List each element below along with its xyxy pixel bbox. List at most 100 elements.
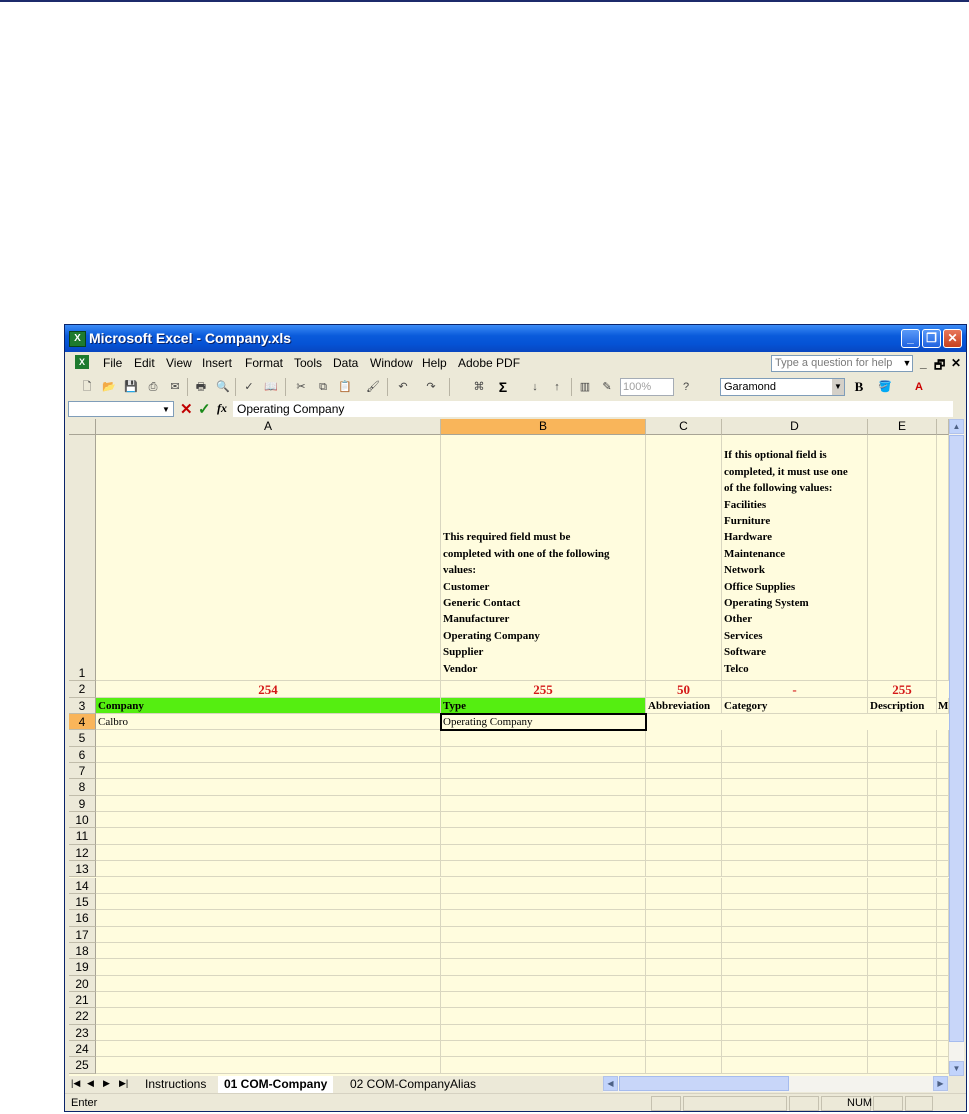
length-abbreviation[interactable]: 50 xyxy=(646,681,722,698)
row-header-17[interactable]: 17 xyxy=(69,926,96,943)
grid-cell[interactable] xyxy=(868,435,937,681)
scroll-right-icon[interactable]: ▶ xyxy=(933,1076,948,1091)
scroll-up-icon[interactable]: ▲ xyxy=(949,419,964,434)
font-select[interactable]: Garamond xyxy=(720,378,845,396)
cancel-icon[interactable]: ✕ xyxy=(180,400,193,418)
grid-cell[interactable] xyxy=(646,861,722,878)
permission-icon[interactable]: ⎙ xyxy=(145,379,161,395)
undo-icon[interactable]: ↶ xyxy=(395,379,411,395)
grid-cell[interactable] xyxy=(441,844,646,862)
row-header-6[interactable]: 6 xyxy=(69,746,96,764)
chart-wizard-icon[interactable]: ▥ xyxy=(577,379,593,395)
row-header-25[interactable]: 25 xyxy=(69,1057,96,1074)
menu-view[interactable]: View xyxy=(166,356,192,370)
grid-cell[interactable] xyxy=(722,991,868,1009)
grid-cell[interactable] xyxy=(868,1041,937,1058)
grid-cell[interactable] xyxy=(722,844,868,862)
font-color-icon[interactable]: A xyxy=(911,379,927,395)
grid-cell[interactable] xyxy=(868,991,937,1009)
grid-cell[interactable] xyxy=(868,910,937,927)
header-abbreviation[interactable]: Abbreviation xyxy=(646,698,722,714)
grid-cell[interactable] xyxy=(722,959,868,976)
row-header-21[interactable]: 21 xyxy=(69,991,96,1009)
grid-cell[interactable] xyxy=(646,779,722,796)
prev-sheet-icon[interactable]: ◀ xyxy=(87,1078,94,1089)
grid-cell[interactable] xyxy=(937,861,949,878)
grid-cell[interactable] xyxy=(937,1041,949,1058)
grid-cell[interactable] xyxy=(937,1008,949,1025)
grid-cell[interactable] xyxy=(868,926,937,943)
grid-cell[interactable] xyxy=(722,877,868,894)
length-category[interactable]: - xyxy=(722,681,868,698)
open-icon[interactable]: 📂 xyxy=(101,379,117,395)
menu-tools[interactable]: Tools xyxy=(294,356,322,370)
row-header-15[interactable]: 15 xyxy=(69,893,96,911)
row-header-10[interactable]: 10 xyxy=(69,812,96,829)
horizontal-scroll-thumb[interactable] xyxy=(619,1076,789,1091)
zoom-select[interactable]: 100% xyxy=(620,378,674,396)
row-header-19[interactable]: 19 xyxy=(69,959,96,976)
enter-icon[interactable]: ✓ xyxy=(198,400,211,418)
grid-cell[interactable] xyxy=(722,1024,868,1041)
grid-cell[interactable] xyxy=(722,1041,868,1058)
grid-cell[interactable] xyxy=(868,828,937,845)
copy-icon[interactable]: ⧉ xyxy=(315,379,331,395)
grid-cell[interactable] xyxy=(722,861,868,878)
grid-cell[interactable] xyxy=(868,1024,937,1041)
grid-cell[interactable] xyxy=(441,1041,646,1058)
format-painter-icon[interactable]: 🖌 xyxy=(365,379,381,395)
chevron-down-icon[interactable]: ▼ xyxy=(832,379,844,395)
header-type[interactable]: Type xyxy=(441,698,646,714)
minimize-button[interactable]: _ xyxy=(901,329,920,348)
redo-icon[interactable]: ↷ xyxy=(423,379,439,395)
cell-a4[interactable]: Calbro xyxy=(96,714,441,730)
header-category[interactable]: Category xyxy=(722,698,868,714)
maximize-button[interactable]: ❐ xyxy=(922,329,941,348)
grid-cell[interactable] xyxy=(722,795,868,813)
sort-descending-icon[interactable]: ↑ xyxy=(549,379,565,395)
grid-cell[interactable] xyxy=(722,942,868,960)
title-bar[interactable]: X Microsoft Excel - Company.xls _ ❐ ✕ xyxy=(65,325,966,352)
header-next-column[interactable]: M xyxy=(937,698,949,714)
grid-cell[interactable] xyxy=(441,926,646,943)
grid-cell[interactable] xyxy=(868,812,937,829)
menu-insert[interactable]: Insert xyxy=(202,356,232,370)
print-icon[interactable]: 🖶 xyxy=(193,379,209,395)
row-header-8[interactable]: 8 xyxy=(69,779,96,796)
grid-cell[interactable] xyxy=(868,746,937,764)
menu-edit[interactable]: Edit xyxy=(134,356,155,370)
grid-cell[interactable] xyxy=(646,1024,722,1041)
grid-cell[interactable] xyxy=(96,844,441,862)
grid-cell[interactable] xyxy=(96,763,441,780)
grid-cell[interactable] xyxy=(937,877,949,894)
grid-cell[interactable] xyxy=(96,942,441,960)
header-company[interactable]: Company xyxy=(96,698,441,714)
grid-cell[interactable] xyxy=(937,730,949,747)
grid-cell[interactable] xyxy=(937,926,949,943)
grid-cell[interactable] xyxy=(722,910,868,927)
length-company[interactable]: 254 xyxy=(96,681,441,698)
header-description[interactable]: Description xyxy=(868,698,937,714)
grid-cell[interactable] xyxy=(722,975,868,992)
grid-cell[interactable] xyxy=(937,812,949,829)
cut-icon[interactable]: ✂ xyxy=(293,379,309,395)
grid-cell[interactable] xyxy=(646,1057,722,1074)
sort-ascending-icon[interactable]: ↓ xyxy=(527,379,543,395)
grid-cell[interactable] xyxy=(96,1024,441,1041)
menu-help[interactable]: Help xyxy=(422,356,447,370)
grid-cell[interactable] xyxy=(96,435,441,681)
grid-cell[interactable] xyxy=(868,942,937,960)
grid-cell[interactable] xyxy=(646,844,722,862)
vertical-scroll-thumb[interactable] xyxy=(949,435,964,1042)
grid-cell[interactable] xyxy=(96,795,441,813)
grid-cell[interactable] xyxy=(646,1041,722,1058)
row-header-3[interactable]: 3 xyxy=(69,698,96,715)
grid-cell[interactable] xyxy=(441,893,646,911)
grid-cell[interactable] xyxy=(441,1024,646,1041)
spreadsheet-grid[interactable]: A B C D E 1 2 3 4 5 6 7 8 9 10 11 12 13 14 15 16 17 18 19 2… xyxy=(69,419,949,1076)
grid-cell[interactable] xyxy=(96,1041,441,1058)
grid-cell[interactable] xyxy=(646,975,722,992)
grid-cell[interactable] xyxy=(96,975,441,992)
research-icon[interactable]: 📖 xyxy=(263,379,279,395)
grid-cell[interactable] xyxy=(646,910,722,927)
